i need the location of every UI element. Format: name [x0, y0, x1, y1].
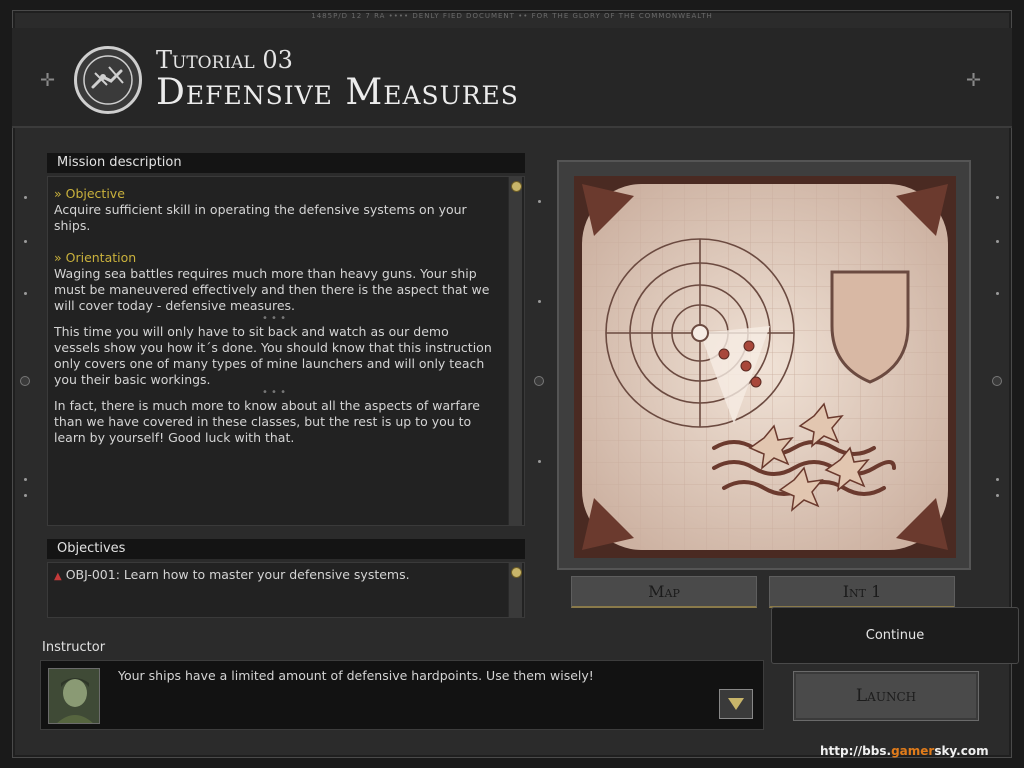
orientation-label: » Orientation [54, 250, 137, 265]
rivet [996, 478, 999, 481]
plus-ornament-icon: ✛ [966, 70, 982, 91]
objective-item-text: OBJ-001: Learn how to master your defens… [65, 567, 410, 582]
rivet [996, 292, 999, 295]
instructor-label: Instructor [42, 640, 106, 655]
rivet [996, 494, 999, 497]
objectives-heading: Objectives [47, 539, 525, 559]
rivet [24, 240, 27, 243]
paragraph-closing: In fact, there is much more to know abou… [54, 398, 480, 445]
objective-item: ▲ OBJ-001: Learn how to master your defe… [54, 567, 410, 582]
tutorial-emblem-icon [74, 46, 142, 114]
mission-scrollbar[interactable] [508, 177, 522, 525]
rivet [996, 196, 999, 199]
paragraph-demo: This time you will only have to sit back… [54, 324, 492, 387]
screw-icon [20, 376, 30, 386]
next-message-button[interactable] [719, 689, 753, 719]
rivet [996, 240, 999, 243]
rivet [538, 460, 541, 463]
tab-int-1[interactable]: Int 1 [769, 576, 955, 608]
triangle-down-icon [728, 698, 744, 710]
tactical-map [574, 176, 956, 558]
site-watermark: http://bbs.gamersky.com [820, 744, 989, 758]
rivet [24, 478, 27, 481]
tutorial-number: Tutorial 03 [156, 46, 293, 74]
rivet [538, 300, 541, 303]
separator: • • • [261, 387, 287, 398]
objective-marker-icon: ▲ [54, 571, 62, 582]
instructor-portrait [48, 668, 100, 724]
mission-description-heading: Mission description [47, 153, 525, 173]
rivet [24, 494, 27, 497]
tab-map[interactable]: Map [571, 576, 757, 608]
rivet [24, 196, 27, 199]
mission-description-text: » Objective Acquire sufficient skill in … [54, 186, 494, 446]
separator: • • • [261, 313, 287, 324]
rivet [24, 292, 27, 295]
objective-text: Acquire sufficient skill in operating th… [54, 202, 467, 233]
objectives-scrollbar[interactable] [508, 563, 522, 617]
objective-label: » Objective [54, 186, 125, 201]
scroll-knob[interactable] [511, 567, 522, 578]
plus-ornament-icon: ✛ [40, 70, 56, 91]
screw-icon [992, 376, 1002, 386]
orientation-text: Waging sea battles requires much more th… [54, 266, 490, 313]
tutorial-title: Defensive Measures [156, 72, 519, 113]
continue-button[interactable]: Continue [771, 607, 1019, 664]
rivet [538, 200, 541, 203]
screw-icon [534, 376, 544, 386]
launch-button[interactable]: Launch [793, 671, 979, 721]
instructor-message: Your ships have a limited amount of defe… [118, 668, 594, 683]
classified-banner: 1485P/D 12 7 RA •••• DENLY FIED DOCUMENT… [311, 12, 713, 20]
scroll-knob[interactable] [511, 181, 522, 192]
